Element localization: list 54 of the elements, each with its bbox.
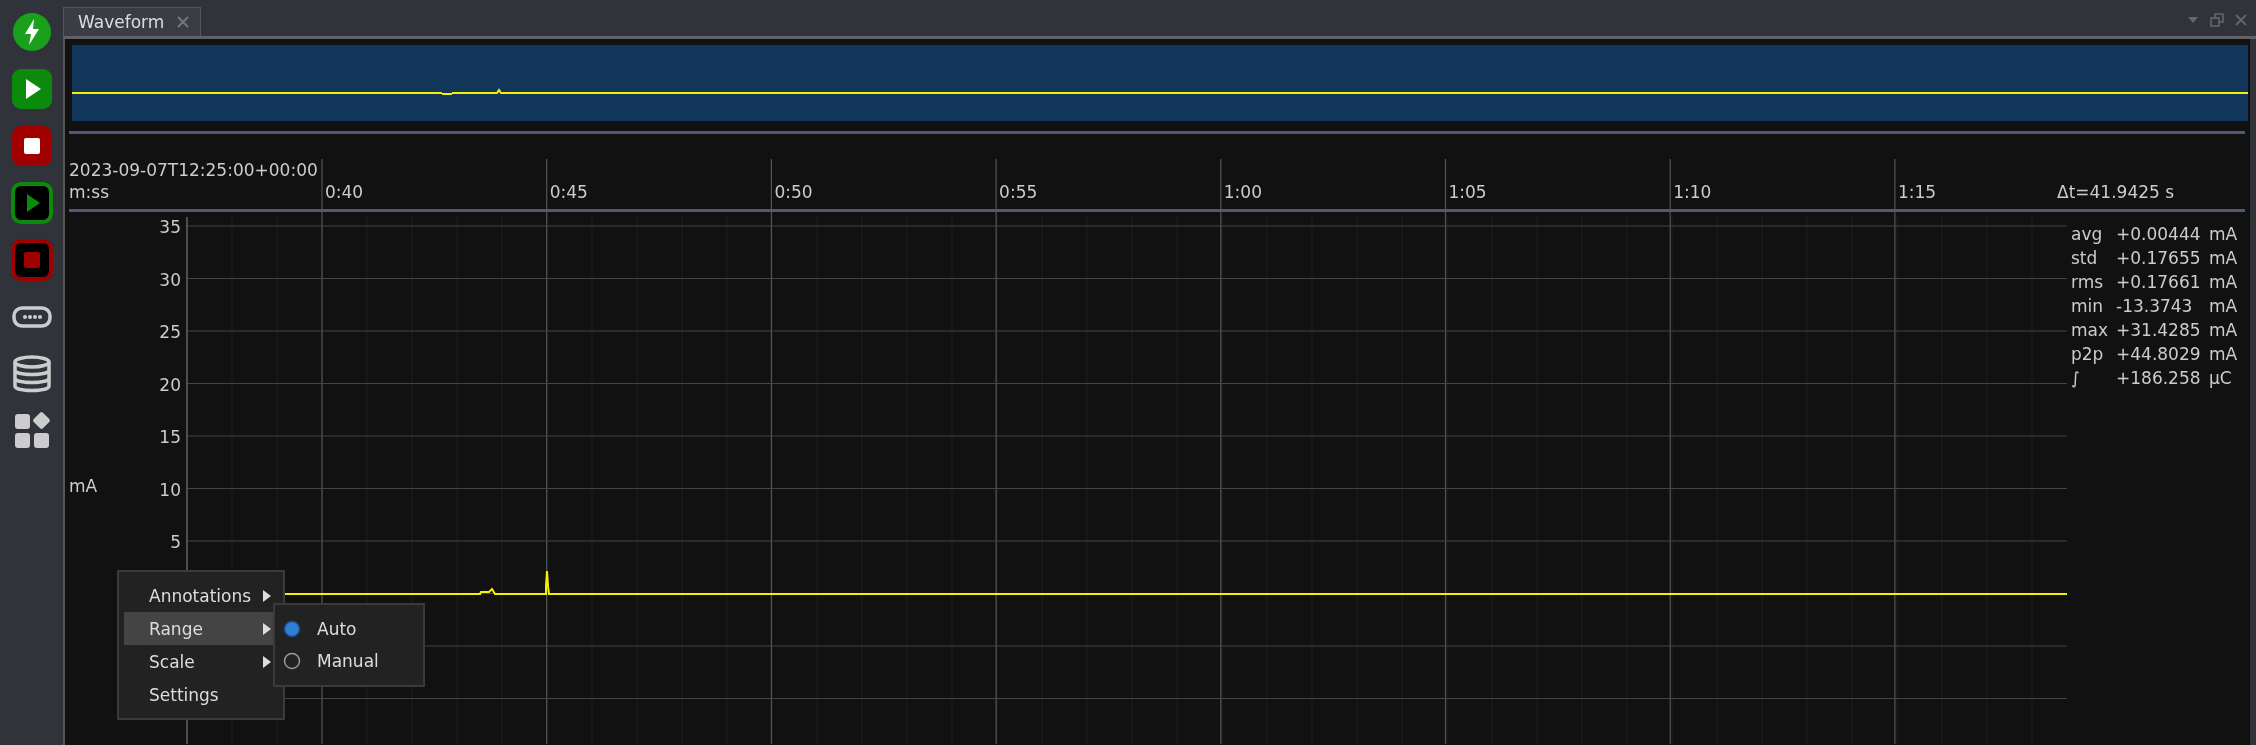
menu-item[interactable]: Annotations [124,579,281,612]
stat-value: +0.17655 [2116,248,2201,268]
lightning-icon[interactable] [10,11,53,53]
stat-unit: mA [2209,224,2238,244]
overview-waveform-drawing[interactable] [72,45,2248,121]
time-tick-label: 1:05 [1448,182,1487,202]
stop-icon[interactable] [10,125,53,167]
radio-icon[interactable] [283,652,301,670]
radio-option-label[interactable]: Auto [317,619,357,639]
stat-unit: μC [2209,368,2232,388]
stat-label: rms [2071,272,2104,292]
time-tick-label: 1:00 [1223,182,1262,202]
y-tick-label: 10 [159,479,181,500]
stat-unit: mA [2209,272,2238,292]
stat-label: min [2071,296,2104,316]
y-tick-label: 20 [159,374,181,395]
stat-unit: mA [2209,296,2238,316]
y-tick-label: 15 [159,427,181,447]
stat-label: ∫ [2071,368,2080,388]
stat-value: -13.3743 [2116,296,2193,316]
stat-value: +186.258 [2116,368,2201,388]
stat-value: +0.00444 [2116,224,2201,244]
y-tick-label: 25 [159,322,181,342]
y-tick-label: 5 [170,532,181,552]
y-tick-label: 35 [159,217,181,237]
time-tick-label: 0:50 [774,182,813,202]
stat-label: std [2071,248,2098,268]
stat-label: avg [2071,224,2103,244]
time-format-label: m:ss [69,182,109,202]
time-tick-label: 0:55 [999,182,1038,202]
stat-unit: mA [2209,320,2238,340]
time-tick-label: 1:15 [1897,182,1937,202]
tab-title: Waveform [78,12,165,32]
stat-value: +44.8029 [2116,344,2201,364]
start-timestamp: 2023-09-07T12:25:00+00:00 [69,160,318,180]
database-icon[interactable] [10,353,53,395]
menu-item[interactable]: Settings [124,678,281,711]
time-tick-label: 1:10 [1673,182,1712,202]
radio-selected-icon[interactable] [283,620,301,638]
stat-label: p2p [2071,344,2104,364]
delta-time-readout: Δt=41.9425 s [2057,182,2175,202]
close-icon[interactable] [176,15,191,29]
stat-label: max [2071,320,2109,340]
stat-unit: mA [2209,344,2238,364]
waveform-tab[interactable]: Waveform [63,7,202,36]
radio-option-label[interactable]: Manual [317,651,379,671]
y-tick-label: 30 [159,269,181,290]
time-tick-label: 0:45 [549,182,588,202]
stat-value: +0.17661 [2116,272,2201,292]
time-tick-label: 0:40 [325,182,364,202]
y-axis-unit: mA [69,476,98,496]
stat-unit: mA [2209,248,2238,268]
stat-value: +31.4285 [2116,320,2201,340]
play-icon[interactable] [10,68,53,110]
